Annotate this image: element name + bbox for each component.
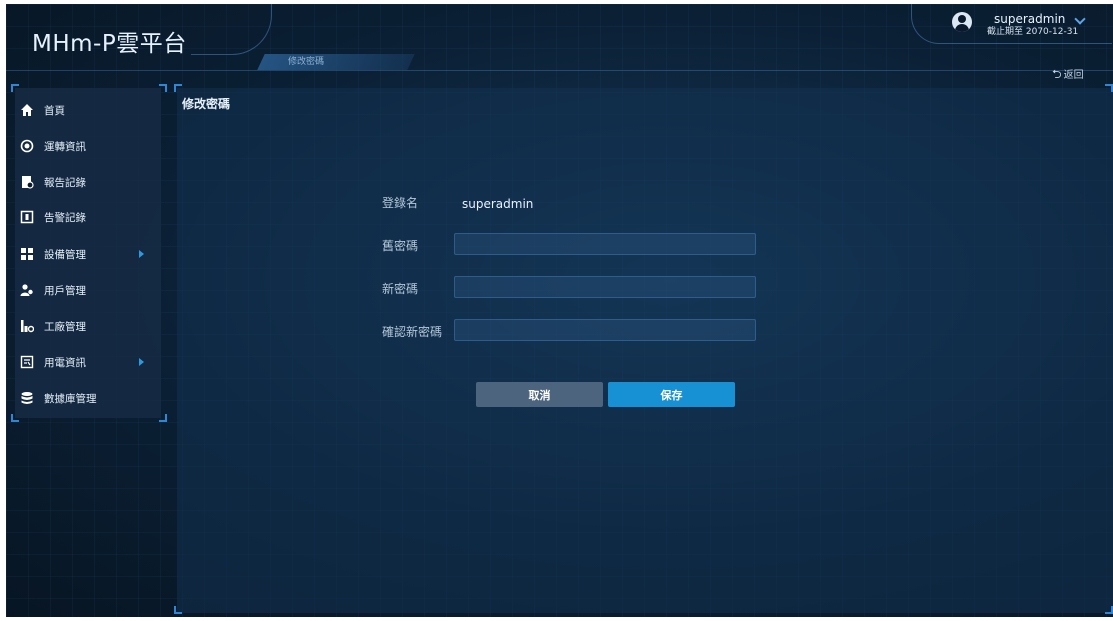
frame-corner [174,84,182,92]
frame-corner [174,606,182,614]
database-icon [20,391,34,405]
sidebar-item-label: 用戶管理 [44,284,86,297]
sidebar-item-label: 設備管理 [44,248,86,261]
sidebar-item-label: 工廠管理 [44,320,86,333]
power-icon [20,355,34,369]
sidebar-item-label: 運轉資訊 [44,140,86,153]
header-decoration [191,4,272,55]
submenu-arrow-icon [139,250,144,258]
home-icon [20,103,34,117]
main-panel [177,88,1113,613]
sidebar-item-power[interactable]: 用電資訊 [20,352,86,372]
header-divider [6,70,1113,71]
new-password-input[interactable] [454,276,756,298]
app-window: MHm-P雲平台 修改密碼 superadmin 截止期至 2070-12-31… [6,4,1113,617]
sidebar-item-alarm[interactable]: 告警記錄 [20,207,86,227]
frame-corner [159,414,167,422]
sidebar-item-label: 告警記錄 [44,211,86,224]
sidebar-item-users[interactable]: 用戶管理 [20,280,86,300]
sidebar-item-operation[interactable]: 運轉資訊 [20,136,86,156]
frame-corner [11,414,19,422]
expiry-date: 截止期至 2070-12-31 [987,27,1079,37]
confirm-password-input[interactable] [454,319,756,341]
login-name-value: superadmin [462,197,534,211]
avatar[interactable] [952,12,972,32]
operation-icon [20,139,34,153]
frame-corner [1105,606,1113,614]
back-arrow-icon: ⮌ [1052,67,1062,81]
sidebar-item-home[interactable]: 首頁 [20,100,65,120]
sidebar-item-database[interactable]: 數據庫管理 [20,388,97,408]
report-icon [20,175,34,189]
app-title: MHm-P雲平台 [32,31,187,57]
breadcrumb-tab [257,54,415,70]
sidebar-item-device[interactable]: 設備管理 [20,244,86,264]
alarm-icon [20,210,34,224]
device-icon [20,247,34,261]
confirm-password-label: 確認新密碼 [381,325,442,339]
sidebar-item-label: 用電資訊 [44,356,86,369]
users-icon [20,283,34,297]
back-label: 返回 [1063,70,1084,81]
login-name-label: 登錄名 [381,196,418,210]
back-button[interactable]: ⮌ 返回 [1052,65,1084,86]
frame-corner [159,84,167,92]
old-password-label: 舊密碼 [381,239,418,253]
sidebar-item-label: 數據庫管理 [44,392,97,405]
save-button[interactable]: 保存 [608,382,735,407]
submenu-arrow-icon [139,358,144,366]
frame-corner [1105,84,1113,92]
cancel-button[interactable]: 取消 [476,382,603,407]
frame-corner [11,84,19,92]
breadcrumb[interactable]: 修改密碼 [288,54,324,67]
factory-icon [20,319,34,333]
new-password-label: 新密碼 [381,282,418,296]
page-title: 修改密碼 [182,97,231,111]
sidebar-item-report[interactable]: 報告記錄 [20,172,86,192]
old-password-input[interactable] [454,233,756,255]
sidebar-item-factory[interactable]: 工廠管理 [20,316,86,336]
sidebar-item-label: 報告記錄 [44,176,86,189]
sidebar-item-label: 首頁 [44,104,65,117]
